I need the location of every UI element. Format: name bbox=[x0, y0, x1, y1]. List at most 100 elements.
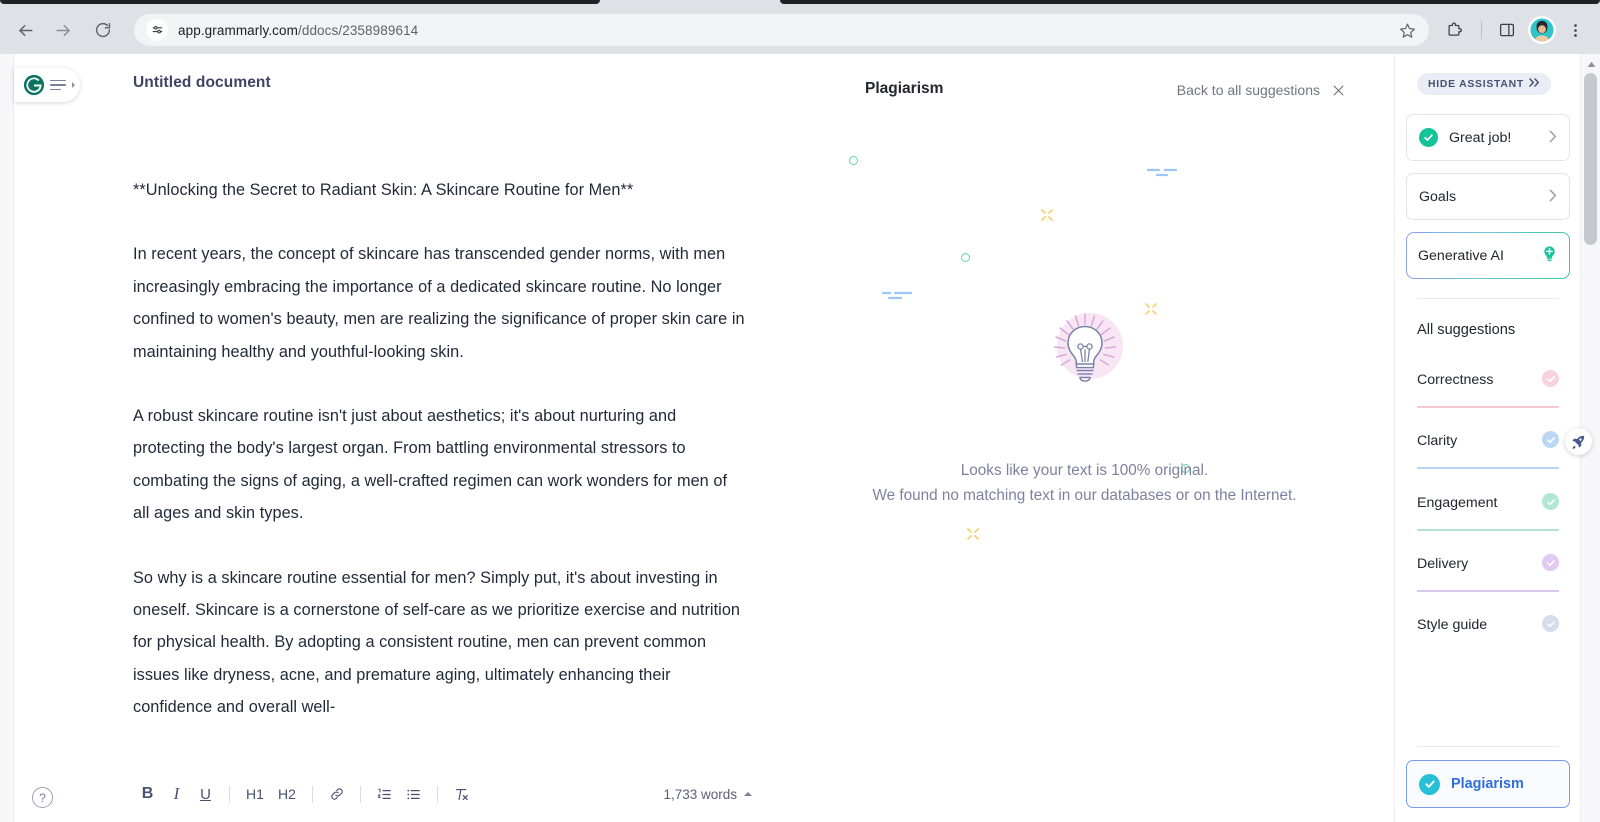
plagiarism-button-label: Plagiarism bbox=[1451, 776, 1524, 792]
word-count-label: 1,733 words bbox=[663, 786, 737, 802]
plagiarism-panel: Plagiarism Back to all suggestions Looks… bbox=[774, 54, 1394, 822]
toolbar-divider bbox=[312, 785, 313, 803]
decor-ring-icon bbox=[961, 253, 970, 262]
bullet-list-icon[interactable] bbox=[399, 780, 428, 809]
chevron-up-icon bbox=[744, 792, 752, 796]
assistant-card-label: Goals bbox=[1419, 188, 1457, 205]
suggestion-category-clarity[interactable]: Clarity bbox=[1417, 431, 1559, 469]
editor-toolbar: B I U H1 H2 1,733 words bbox=[14, 766, 774, 822]
paragraph-text: **Unlocking the Secret to Radiant Skin: … bbox=[133, 181, 634, 199]
assistant-card-label: Generative AI bbox=[1418, 247, 1504, 264]
side-panel-icon[interactable] bbox=[1492, 15, 1522, 45]
app-inner: Untitled document **Unlocking the Secret… bbox=[0, 54, 1592, 822]
category-rule bbox=[1417, 467, 1559, 469]
grammarly-logo-icon bbox=[23, 74, 45, 96]
category-check-icon bbox=[1542, 493, 1559, 510]
suggestion-category-style-guide[interactable]: Style guide bbox=[1417, 615, 1559, 653]
divider bbox=[1417, 298, 1559, 299]
category-rule bbox=[1417, 406, 1559, 408]
category-check-icon bbox=[1542, 370, 1559, 387]
grammarly-menu-button[interactable] bbox=[14, 68, 80, 102]
chrome-menu-icon[interactable] bbox=[1560, 15, 1590, 45]
italic-button[interactable]: I bbox=[162, 780, 191, 809]
plagiarism-button[interactable]: Plagiarism bbox=[1406, 760, 1570, 808]
address-bar-text: app.grammarly.com/ddocs/2358989614 bbox=[178, 23, 418, 38]
category-label: Correctness bbox=[1417, 372, 1494, 388]
category-check-icon bbox=[1542, 431, 1559, 448]
hide-assistant-button[interactable]: HIDE ASSISTANT bbox=[1417, 73, 1551, 95]
assistant-card-generative-ai-inner: Generative AI bbox=[1407, 233, 1569, 278]
ordered-list-icon[interactable] bbox=[370, 780, 399, 809]
double-chevron-right-icon bbox=[1529, 78, 1540, 90]
document-editor: Untitled document **Unlocking the Secret… bbox=[14, 54, 774, 822]
document-body[interactable]: **Unlocking the Secret to Radiant Skin: … bbox=[133, 174, 748, 799]
divider bbox=[1417, 746, 1559, 747]
plagiarism-illustration bbox=[775, 110, 1394, 540]
category-label: Delivery bbox=[1417, 556, 1469, 572]
decor-sparkle-icon bbox=[966, 527, 980, 541]
word-count[interactable]: 1,733 words bbox=[663, 787, 752, 802]
plagiarism-message-line1: Looks like your text is 100% original. bbox=[960, 462, 1209, 479]
scroll-thumb[interactable] bbox=[1584, 73, 1597, 245]
profile-avatar[interactable] bbox=[1528, 16, 1556, 44]
back-to-suggestions-link[interactable]: Back to all suggestions bbox=[1177, 82, 1320, 98]
back-arrow-icon[interactable] bbox=[8, 13, 42, 47]
address-bar[interactable]: app.grammarly.com/ddocs/2358989614 bbox=[134, 14, 1429, 46]
category-rule bbox=[1417, 590, 1559, 592]
underline-button[interactable]: U bbox=[191, 780, 220, 809]
teal-check-icon bbox=[1419, 773, 1440, 795]
close-icon[interactable] bbox=[1328, 80, 1348, 100]
heading2-button[interactable]: H2 bbox=[271, 780, 303, 809]
browser-toolbar: app.grammarly.com/ddocs/2358989614 bbox=[0, 6, 1600, 54]
document-paragraph[interactable]: So why is a skincare routine essential f… bbox=[133, 562, 748, 724]
link-icon[interactable] bbox=[322, 780, 351, 809]
grammarly-app: Untitled document **Unlocking the Secret… bbox=[0, 54, 1600, 822]
assistant-card-great-job[interactable]: Great job! bbox=[1406, 114, 1570, 161]
tab-sliver-left[interactable] bbox=[0, 0, 600, 4]
assistant-card-goals[interactable]: Goals bbox=[1406, 173, 1570, 220]
document-paragraph[interactable]: In recent years, the concept of skincare… bbox=[133, 238, 748, 368]
toolbar-divider bbox=[1481, 21, 1482, 39]
scroll-up-arrow-icon[interactable] bbox=[1581, 57, 1600, 71]
formatting-group: B I U H1 H2 bbox=[133, 780, 476, 809]
category-label: Engagement bbox=[1417, 495, 1498, 511]
decor-sparkle-icon bbox=[1040, 208, 1054, 222]
bold-button[interactable]: B bbox=[133, 780, 162, 809]
decor-sparkle-icon bbox=[1144, 302, 1158, 316]
bookmark-star-icon[interactable] bbox=[1395, 18, 1419, 42]
all-suggestions-label[interactable]: All suggestions bbox=[1417, 322, 1515, 338]
plagiarism-header: Plagiarism Back to all suggestions bbox=[795, 80, 1362, 104]
hamburger-menu-icon[interactable] bbox=[50, 79, 66, 91]
page-title[interactable]: Untitled document bbox=[133, 74, 271, 92]
hide-assistant-label: HIDE ASSISTANT bbox=[1428, 78, 1524, 90]
category-check-icon bbox=[1542, 554, 1559, 571]
heading1-button[interactable]: H1 bbox=[239, 780, 271, 809]
chevron-right-icon bbox=[72, 82, 75, 88]
assistant-card-generative-ai[interactable]: Generative AI bbox=[1406, 232, 1570, 279]
forward-arrow-icon[interactable] bbox=[46, 13, 80, 47]
document-paragraph[interactable]: A robust skincare routine isn't just abo… bbox=[133, 400, 748, 530]
document-paragraph[interactable]: **Unlocking the Secret to Radiant Skin: … bbox=[133, 174, 748, 206]
lightbulb-icon bbox=[1039, 306, 1131, 398]
url-host: app.grammarly.com bbox=[178, 22, 298, 38]
plagiarism-message-line2: We found no matching text in our databas… bbox=[872, 487, 1297, 504]
lightbulb-plus-icon bbox=[1541, 245, 1558, 267]
suggestion-category-correctness[interactable]: Correctness bbox=[1417, 370, 1559, 408]
rocket-icon[interactable] bbox=[1565, 428, 1592, 455]
suggestion-category-delivery[interactable]: Delivery bbox=[1417, 554, 1559, 592]
url-path: /ddocs/2358989614 bbox=[297, 22, 419, 38]
category-rule bbox=[1417, 529, 1559, 531]
decor-dash-icon bbox=[881, 288, 913, 300]
category-label: Clarity bbox=[1417, 433, 1458, 449]
reload-icon[interactable] bbox=[86, 13, 120, 47]
plagiarism-result-message: Looks like your text is 100% original. W… bbox=[775, 458, 1394, 508]
clear-formatting-icon[interactable] bbox=[447, 780, 476, 809]
chevron-right-icon bbox=[1549, 130, 1557, 146]
suggestion-category-engagement[interactable]: Engagement bbox=[1417, 493, 1559, 531]
tab-sliver-right[interactable] bbox=[780, 0, 1600, 4]
toolbar-divider bbox=[360, 785, 361, 803]
left-rail bbox=[0, 54, 14, 822]
extensions-puzzle-icon[interactable] bbox=[1439, 15, 1469, 45]
site-settings-icon[interactable] bbox=[146, 19, 168, 41]
help-icon[interactable]: ? bbox=[32, 787, 53, 808]
